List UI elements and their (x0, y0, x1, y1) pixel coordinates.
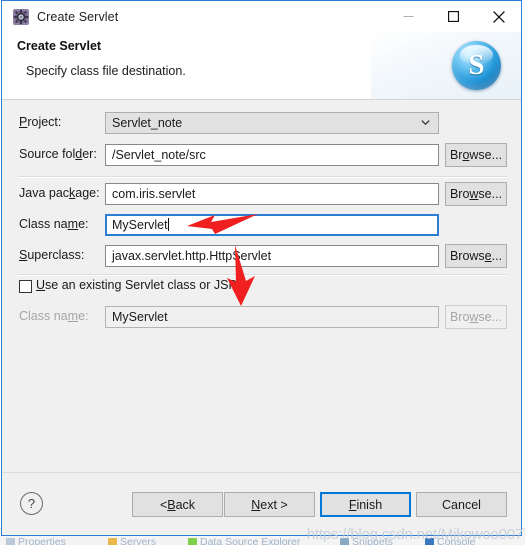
dialog-body: Project: Servlet_note Source folder: /Se… (2, 100, 521, 505)
back-button[interactable]: < Back (132, 492, 223, 517)
superclass-label: Superclass: (19, 248, 85, 262)
next-button[interactable]: Next > (224, 492, 315, 517)
project-combo[interactable]: Servlet_note (105, 112, 439, 134)
properties-icon (6, 537, 15, 545)
existing-class-name-browse-button: Bro w se... (445, 305, 507, 329)
divider-1 (18, 176, 507, 178)
maximize-button[interactable] (431, 1, 476, 32)
dialog-header: Create Servlet Specify class file destin… (2, 32, 521, 100)
dialog-titlebar: Create Servlet (2, 1, 521, 32)
question-mark-icon[interactable]: ? (20, 492, 43, 515)
class-name-label: Class name: (19, 217, 89, 231)
project-value: Servlet_note (112, 116, 183, 130)
class-name-value: MyServlet (112, 218, 168, 232)
chevron-down-icon (421, 120, 430, 126)
use-existing-label[interactable]: Use an existing Servlet class or JSP (36, 278, 237, 292)
existing-class-name-value: MyServlet (112, 310, 168, 324)
source-folder-browse-button[interactable]: Br o wse... (445, 143, 507, 167)
page-subtitle: Specify class file destination. (26, 64, 186, 78)
page-title: Create Servlet (17, 39, 102, 53)
servers-icon (108, 537, 117, 545)
close-button[interactable] (476, 1, 521, 32)
java-package-value: com.iris.servlet (112, 187, 196, 201)
logo-letter: S (468, 48, 485, 81)
background-tab-data-source-explorer[interactable]: Data Source Explorer (188, 536, 300, 545)
background-tab-label: Servers (120, 536, 157, 545)
superclass-value: javax.servlet.http.HttpServlet (112, 249, 272, 263)
background-tab-servers[interactable]: Servers (108, 536, 156, 545)
dialog-title: Create Servlet (37, 9, 119, 24)
servlet-gear-icon (13, 8, 29, 25)
finish-button[interactable]: Finish (320, 492, 411, 517)
java-package-label: Java package: (19, 186, 100, 200)
window-controls (386, 1, 521, 32)
text-caret (167, 218, 169, 231)
data-source-icon (188, 537, 197, 545)
source-folder-value: /Servlet_note/src (112, 148, 206, 162)
background-tab-label: Properties (18, 536, 66, 545)
existing-class-name-input: MyServlet (105, 306, 439, 328)
minimize-button[interactable] (386, 1, 431, 32)
superclass-input[interactable]: javax.servlet.http.HttpServlet (105, 245, 439, 267)
create-servlet-dialog: Create Servlet Create Servlet Specify cl… (1, 0, 522, 536)
cancel-button[interactable]: Cancel (416, 492, 507, 517)
superclass-browse-button[interactable]: Brows e... (445, 244, 507, 268)
source-folder-input[interactable]: /Servlet_note/src (105, 144, 439, 166)
background-tab-properties[interactable]: Properties (6, 536, 66, 545)
existing-class-name-label: Class name: (19, 309, 89, 323)
project-label: Project: (19, 115, 62, 129)
java-package-input[interactable]: com.iris.servlet (105, 183, 439, 205)
class-name-input[interactable]: MyServlet (105, 214, 439, 236)
servlet-logo-icon: S (452, 41, 501, 90)
source-folder-label: Source folder: (19, 147, 97, 161)
watermark: https://blog.csdn.net/Mikowoo007 (306, 526, 523, 543)
divider-2 (18, 274, 507, 276)
background-tab-label: Data Source Explorer (200, 536, 301, 545)
use-existing-checkbox[interactable] (19, 280, 32, 293)
java-package-browse-button[interactable]: Bro w se... (445, 182, 507, 206)
